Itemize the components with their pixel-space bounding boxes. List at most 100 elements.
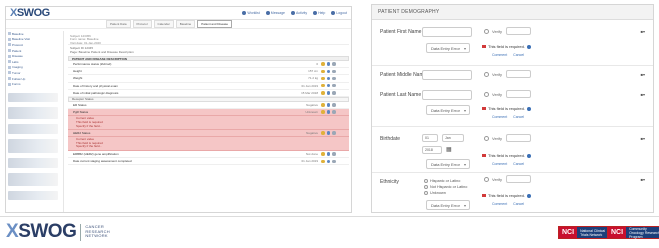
tab-patient-data[interactable]: Patient Data xyxy=(106,20,131,28)
field-label: Patient First Name xyxy=(380,29,422,35)
edit-icon[interactable] xyxy=(321,103,325,107)
verify-select[interactable] xyxy=(506,27,531,35)
help-icon[interactable] xyxy=(526,44,531,49)
form-row[interactable]: ERBB2 (HER2) gene amplification Not done xyxy=(68,151,349,159)
edit-icon[interactable] xyxy=(321,62,325,66)
nav-help[interactable]: Help xyxy=(313,11,325,15)
form-row[interactable]: ER Status Negative xyxy=(68,102,349,110)
verify-select[interactable] xyxy=(506,90,531,98)
row-menu-icon[interactable]: ■▾ xyxy=(641,92,645,97)
first-name-input[interactable] xyxy=(422,27,472,37)
middle-name-input[interactable] xyxy=(422,70,472,80)
comment-link[interactable]: Comment xyxy=(492,53,507,57)
ethnicity-option[interactable]: Hispanic or Latino xyxy=(424,179,460,183)
tab-baseline[interactable]: Baseline xyxy=(175,20,196,28)
reason-select[interactable]: Data Entry Error xyxy=(426,200,470,210)
reason-select[interactable]: Data Entry Error xyxy=(426,159,470,169)
edit-icon[interactable] xyxy=(321,76,325,81)
cancel-link[interactable]: Cancel xyxy=(513,53,524,57)
year-select[interactable]: 2018 xyxy=(422,146,442,154)
nav-worklist[interactable]: Worklist xyxy=(242,11,260,15)
help-icon[interactable] xyxy=(526,193,531,198)
comment-icon[interactable] xyxy=(326,152,330,156)
history-icon[interactable] xyxy=(332,69,336,74)
history-icon[interactable] xyxy=(332,103,336,107)
last-name-input[interactable] xyxy=(422,90,472,100)
verify-radio[interactable] xyxy=(484,72,489,77)
logo-divider xyxy=(80,223,82,241)
row-menu-icon[interactable]: ■▾ xyxy=(641,72,645,77)
form-row[interactable]: Date of history and physical exam 01 Jan … xyxy=(68,83,349,90)
history-icon[interactable] xyxy=(332,91,336,95)
nav-logout[interactable]: Logout xyxy=(331,11,347,15)
form-row[interactable]: Height 157 cm xyxy=(68,68,349,76)
row-links: Comment Cancel xyxy=(492,202,524,206)
history-icon[interactable] xyxy=(332,110,336,114)
tab-protocol[interactable]: Protocol xyxy=(132,20,152,28)
verify-select[interactable] xyxy=(506,134,531,142)
nav-activity[interactable]: Activity xyxy=(290,11,307,15)
history-icon[interactable] xyxy=(332,76,336,81)
tab-patient-disease[interactable]: Patient and Disease xyxy=(197,20,233,28)
cancel-link[interactable]: Cancel xyxy=(513,202,524,206)
form-row-error[interactable]: HER2 Status Negative xyxy=(68,130,349,138)
verify-select[interactable] xyxy=(506,70,531,78)
form-row[interactable]: Performance status (Zubrod) 0 xyxy=(68,61,349,69)
comment-icon[interactable] xyxy=(326,76,330,81)
day-select[interactable]: 01 xyxy=(422,134,438,142)
form-row[interactable]: Weight 71.2 kg xyxy=(68,75,349,83)
edit-icon[interactable] xyxy=(321,83,325,88)
help-icon[interactable] xyxy=(526,106,531,111)
calendar-icon[interactable]: ▦ xyxy=(446,146,452,153)
comment-icon[interactable] xyxy=(326,69,330,74)
verify-radio[interactable] xyxy=(484,177,489,182)
month-select[interactable]: Jan xyxy=(442,134,464,142)
row-menu-icon[interactable]: ■▾ xyxy=(641,177,645,182)
comment-icon[interactable] xyxy=(326,83,330,88)
edit-icon[interactable] xyxy=(321,91,325,95)
form-row[interactable]: Date of initial pathologic diagnosis 15 M… xyxy=(68,90,349,97)
cancel-link[interactable]: Cancel xyxy=(513,162,524,166)
comment-link[interactable]: Comment xyxy=(492,115,507,119)
comment-icon[interactable] xyxy=(326,62,330,66)
cancel-link[interactable]: Cancel xyxy=(513,115,524,119)
flag-icon xyxy=(482,45,486,48)
comment-icon[interactable] xyxy=(326,91,330,95)
nav-message[interactable]: Message xyxy=(265,11,285,15)
tab-calendar[interactable]: Calendar xyxy=(153,20,174,28)
edit-icon[interactable] xyxy=(321,131,325,135)
meta-line: Page: Baseline Patient and Disease Descr… xyxy=(70,49,134,54)
history-icon[interactable] xyxy=(332,131,336,135)
history-icon[interactable] xyxy=(332,62,336,66)
comment-icon[interactable] xyxy=(326,103,330,107)
history-icon[interactable] xyxy=(332,83,336,88)
ethnicity-option[interactable]: Not Hispanic or Latino xyxy=(424,185,467,189)
reason-select[interactable]: Data Entry Error xyxy=(426,105,470,115)
comment-icon[interactable] xyxy=(326,159,330,164)
verify-radio[interactable] xyxy=(484,29,489,34)
history-icon[interactable] xyxy=(332,152,336,156)
edit-icon[interactable] xyxy=(321,152,325,156)
comment-link[interactable]: Comment xyxy=(492,162,507,166)
folder-icon xyxy=(8,71,11,75)
row-menu-icon[interactable]: ■▾ xyxy=(641,136,645,141)
field-label: Birthdate xyxy=(380,136,401,142)
history-icon[interactable] xyxy=(332,159,336,164)
comment-icon[interactable] xyxy=(326,110,330,114)
form-row-error[interactable]: PgR Status Unknown xyxy=(68,109,349,117)
row-menu-icon[interactable]: ■▾ xyxy=(641,29,645,34)
reason-select[interactable]: Data Entry Error xyxy=(426,43,470,53)
verify-radio[interactable] xyxy=(484,92,489,97)
help-icon[interactable] xyxy=(526,153,531,158)
edit-icon[interactable] xyxy=(321,69,325,74)
comment-link[interactable]: Comment xyxy=(492,202,507,206)
verify-label: Verify xyxy=(492,136,503,141)
verify-radio[interactable] xyxy=(484,136,489,141)
edit-icon[interactable] xyxy=(321,159,325,164)
comment-icon[interactable] xyxy=(326,131,330,135)
form-row[interactable]: Date current staging assessment complete… xyxy=(68,158,349,166)
sidebar-item[interactable]: Forms xyxy=(6,81,63,87)
ethnicity-option[interactable]: Unknown xyxy=(424,191,446,195)
edit-icon[interactable] xyxy=(321,110,325,114)
verify-select[interactable] xyxy=(506,175,531,183)
